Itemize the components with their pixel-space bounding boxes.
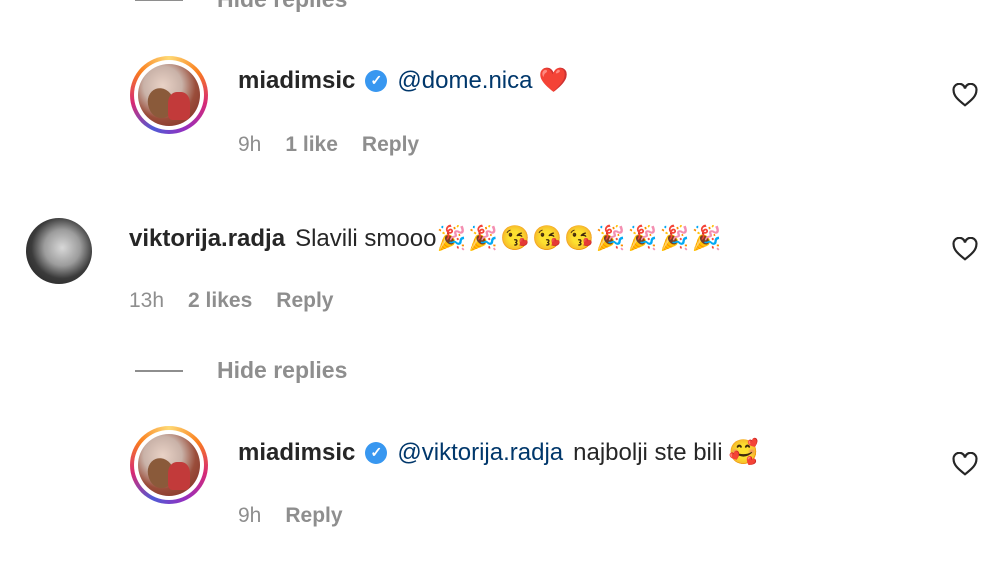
avatar-viktorija-radja[interactable]: [26, 218, 92, 284]
reply-button[interactable]: Reply: [362, 133, 419, 157]
reply-username[interactable]: miadimsic: [238, 67, 355, 95]
verified-badge-icon: ✓: [365, 441, 388, 464]
reply-meta: 9h Reply: [238, 504, 367, 528]
hide-replies-button[interactable]: Hide replies: [217, 357, 347, 384]
comment-emojis: 🎉🎉😘😘😘🎉🎉🎉🎉: [436, 225, 724, 252]
reply-username[interactable]: miadimsic: [238, 439, 355, 467]
reply-mention[interactable]: @viktorija.radja: [397, 439, 563, 467]
heart-outline-icon[interactable]: [952, 83, 978, 107]
avatar-miadimsic[interactable]: [130, 426, 208, 504]
hide-replies-divider: [135, 369, 183, 372]
comment-like-count[interactable]: 2 likes: [188, 289, 252, 313]
reply-mention[interactable]: @dome.nica: [397, 67, 532, 95]
reply-button[interactable]: Reply: [285, 504, 342, 528]
smiling-hearts-emoji: 🥰: [728, 439, 759, 466]
heart-outline-icon[interactable]: [952, 237, 978, 261]
verified-badge-icon: ✓: [365, 69, 388, 92]
heart-emoji: ❤️: [538, 67, 569, 94]
hide-replies-row-top[interactable]: Hide replies: [135, 0, 347, 13]
comment-text: Slavili smooo: [295, 224, 437, 252]
reply-text: najbolji ste bili: [573, 438, 723, 466]
reply-comment-line: miadimsic ✓ @dome.nica ❤️: [238, 66, 568, 95]
reply-comment-line: miadimsic ✓ @viktorija.radja najbolji st…: [238, 438, 758, 467]
heart-outline-icon[interactable]: [952, 452, 978, 476]
hide-replies-row[interactable]: Hide replies: [135, 357, 347, 384]
avatar-miadimsic[interactable]: [130, 56, 208, 134]
reply-meta: 9h 1 like Reply: [238, 133, 443, 157]
comment-username[interactable]: viktorija.radja: [129, 225, 285, 253]
comment-time[interactable]: 13h: [129, 289, 164, 313]
reply-like-count[interactable]: 1 like: [285, 133, 338, 157]
avatar-photo: [138, 434, 200, 496]
comment-meta: 13h 2 likes Reply: [129, 289, 357, 313]
hide-replies-button[interactable]: Hide replies: [217, 0, 347, 13]
reply-time[interactable]: 9h: [238, 133, 261, 157]
comment-reply-button[interactable]: Reply: [276, 289, 333, 313]
comment-line: viktorija.radja Slavili smooo 🎉🎉😘😘😘🎉🎉🎉🎉: [129, 224, 723, 253]
reply-time[interactable]: 9h: [238, 504, 261, 528]
hide-replies-divider: [135, 0, 183, 1]
avatar-photo: [138, 64, 200, 126]
